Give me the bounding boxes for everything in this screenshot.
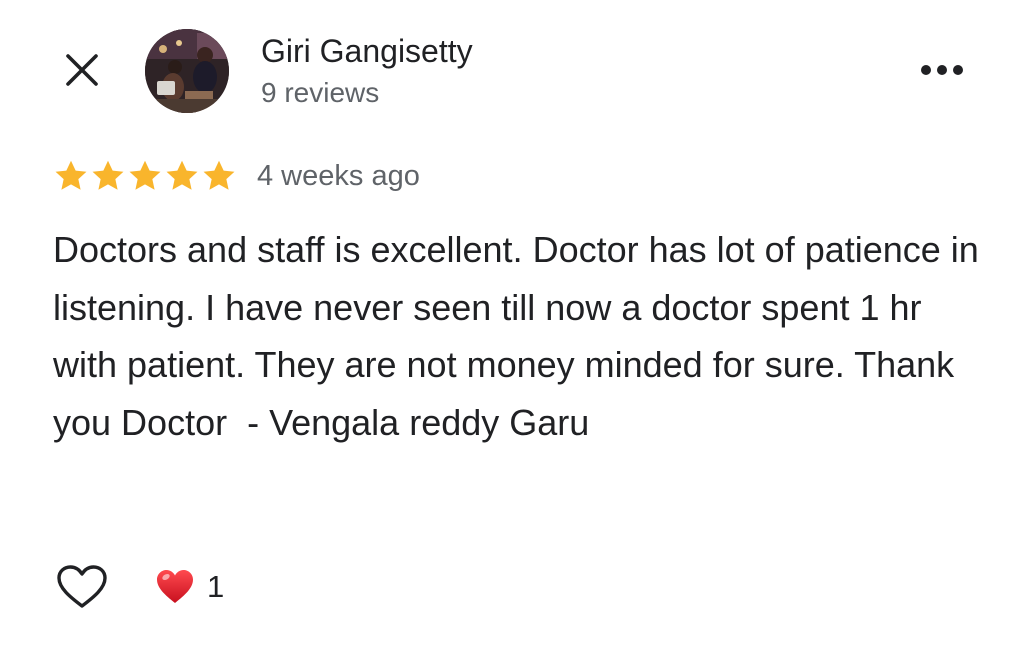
reviewer-review-count[interactable]: 9 reviews <box>261 75 379 111</box>
more-options-icon <box>921 65 963 75</box>
reaction-count: 1 <box>207 569 225 604</box>
profile-photo <box>145 29 229 113</box>
review-card: Giri Gangisetty 9 reviews 4 weeks ago Do… <box>0 0 1024 654</box>
red-heart-icon <box>157 570 193 603</box>
star-icon <box>92 160 124 190</box>
reaction-summary[interactable]: 1 <box>155 565 224 609</box>
like-button[interactable] <box>52 560 112 614</box>
close-icon <box>66 54 98 86</box>
review-date: 4 weeks ago <box>257 160 420 192</box>
review-text: Doctors and staff is excellent. Doctor h… <box>53 229 989 443</box>
more-options-button[interactable] <box>912 52 972 88</box>
avatar[interactable] <box>145 29 229 113</box>
star-icon <box>166 160 198 190</box>
close-button[interactable] <box>60 48 104 92</box>
star-rating <box>53 158 237 194</box>
star-icon <box>203 160 235 190</box>
star-icon <box>55 160 87 190</box>
heart-outline-icon <box>57 565 107 608</box>
reviewer-name[interactable]: Giri Gangisetty <box>261 31 473 71</box>
star-icon <box>129 160 161 190</box>
